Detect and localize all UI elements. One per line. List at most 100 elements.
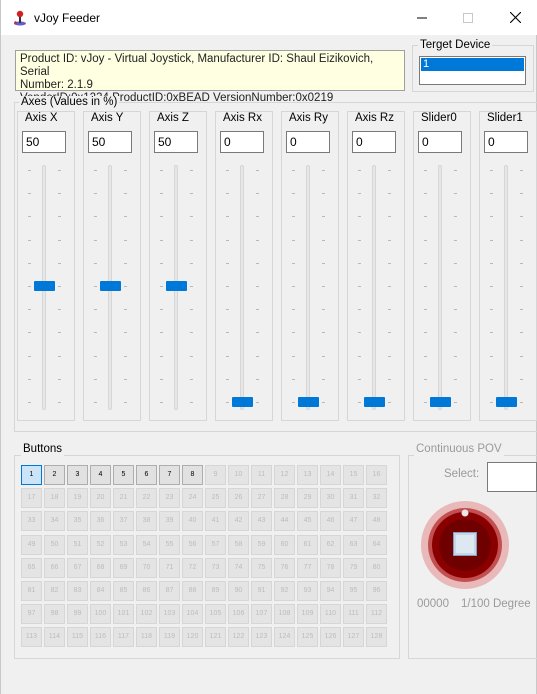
slider-tick [322, 332, 325, 334]
axis-value-input[interactable]: 0 [484, 131, 528, 153]
slider-tick [58, 402, 61, 403]
joystick-button-87: 87 [159, 581, 180, 601]
joystick-button-8[interactable]: 8 [182, 465, 203, 485]
joystick-button-1[interactable]: 1 [21, 465, 42, 485]
slider-tick [424, 286, 427, 287]
slider-tick [424, 193, 427, 195]
slider-track[interactable] [438, 165, 442, 410]
joystick-button-7[interactable]: 7 [159, 465, 180, 485]
axis-value-input[interactable]: 0 [352, 131, 396, 153]
joystick-button-128: 128 [366, 627, 387, 648]
slider-tick [256, 309, 259, 311]
axis-value-input[interactable]: 0 [220, 131, 264, 153]
joystick-button-69: 69 [113, 557, 134, 578]
axis-label: Axis Rx [221, 112, 264, 125]
joystick-button-99: 99 [67, 604, 88, 625]
joystick-button-79: 79 [343, 557, 364, 578]
joystick-button-4[interactable]: 4 [90, 465, 111, 485]
joystick-button-3[interactable]: 3 [67, 465, 88, 485]
axis-value-input[interactable]: 50 [88, 131, 132, 153]
slider-thumb[interactable] [34, 281, 55, 291]
axis-value-input[interactable]: 50 [22, 131, 66, 153]
joystick-button-113: 113 [21, 627, 42, 648]
target-device-list[interactable]: 1 [419, 56, 526, 85]
joystick-button-111: 111 [343, 604, 364, 625]
joystick-button-2[interactable]: 2 [44, 465, 65, 485]
joystick-button-91: 91 [251, 581, 272, 601]
joystick-button-98: 98 [44, 604, 65, 625]
slider-track[interactable] [240, 165, 244, 410]
slider-tick [424, 216, 427, 218]
joystick-button-55: 55 [159, 534, 180, 555]
slider-tick [256, 355, 259, 357]
axis-value-input[interactable]: 50 [154, 131, 198, 153]
joystick-button-84: 84 [90, 581, 111, 601]
slider-tick [454, 286, 457, 287]
slider-tick [28, 332, 31, 334]
slider-thumb[interactable] [364, 397, 385, 407]
axis-column-3: Axis Rx 0 [215, 111, 273, 421]
joystick-button-66: 66 [44, 557, 65, 578]
slider-tick [520, 216, 523, 218]
slider-tick [28, 309, 31, 311]
slider-tick [58, 355, 61, 357]
joystick-button-119: 119 [159, 627, 180, 648]
joystick-button-59: 59 [251, 534, 272, 555]
slider-thumb[interactable] [100, 281, 121, 291]
slider-tick [322, 286, 325, 287]
slider-tick [388, 216, 391, 218]
joystick-button-43: 43 [251, 511, 272, 532]
slider-tick [424, 309, 427, 311]
slider-tick [490, 239, 493, 241]
joystick-button-45: 45 [297, 511, 318, 532]
joystick-button-22: 22 [136, 488, 157, 509]
joystick-button-34: 34 [44, 511, 65, 532]
slider-tick [226, 262, 229, 264]
slider-tick [454, 216, 457, 218]
minimize-button[interactable] [399, 0, 445, 35]
joystick-button-6[interactable]: 6 [136, 465, 157, 485]
slider-tick [190, 332, 193, 334]
slider-tick [520, 378, 523, 380]
joystick-button-77: 77 [297, 557, 318, 578]
joystick-button-127: 127 [343, 627, 364, 648]
slider-tick [388, 309, 391, 311]
device-item-selected[interactable]: 1 [421, 58, 524, 71]
joystick-button-40: 40 [182, 511, 203, 532]
axis-value-input[interactable]: 0 [418, 131, 462, 153]
slider-track[interactable] [372, 165, 376, 410]
joystick-button-95: 95 [343, 581, 364, 601]
joystick-button-68: 68 [90, 557, 111, 578]
slider-tick [454, 239, 457, 241]
pov-center-button[interactable] [453, 532, 477, 556]
joystick-button-78: 78 [320, 557, 341, 578]
joystick-button-82: 82 [44, 581, 65, 601]
slider-thumb[interactable] [298, 397, 319, 407]
slider-tick [292, 309, 295, 311]
slider-tick [226, 378, 229, 380]
slider-thumb[interactable] [430, 397, 451, 407]
slider-thumb[interactable] [496, 397, 517, 407]
joystick-button-103: 103 [159, 604, 180, 625]
slider-tick [490, 216, 493, 218]
axis-value-input[interactable]: 0 [286, 131, 330, 153]
slider-tick [358, 193, 361, 195]
slider-tick [358, 309, 361, 311]
slider-tick [160, 332, 163, 334]
slider-tick [424, 355, 427, 357]
slider-tick [358, 170, 361, 171]
slider-thumb[interactable] [166, 281, 187, 291]
slider-tick [256, 239, 259, 241]
slider-track[interactable] [306, 165, 310, 410]
close-button[interactable] [492, 0, 537, 35]
joystick-button-20: 20 [90, 488, 111, 509]
slider-tick [490, 170, 493, 171]
joystick-button-25: 25 [205, 488, 226, 509]
slider-tick [94, 332, 97, 334]
joystick-button-15: 15 [343, 465, 364, 485]
joystick-button-5[interactable]: 5 [113, 465, 134, 485]
slider-thumb[interactable] [232, 397, 253, 407]
slider-tick [454, 378, 457, 380]
pov-select-input[interactable] [487, 462, 537, 492]
slider-track[interactable] [504, 165, 508, 410]
